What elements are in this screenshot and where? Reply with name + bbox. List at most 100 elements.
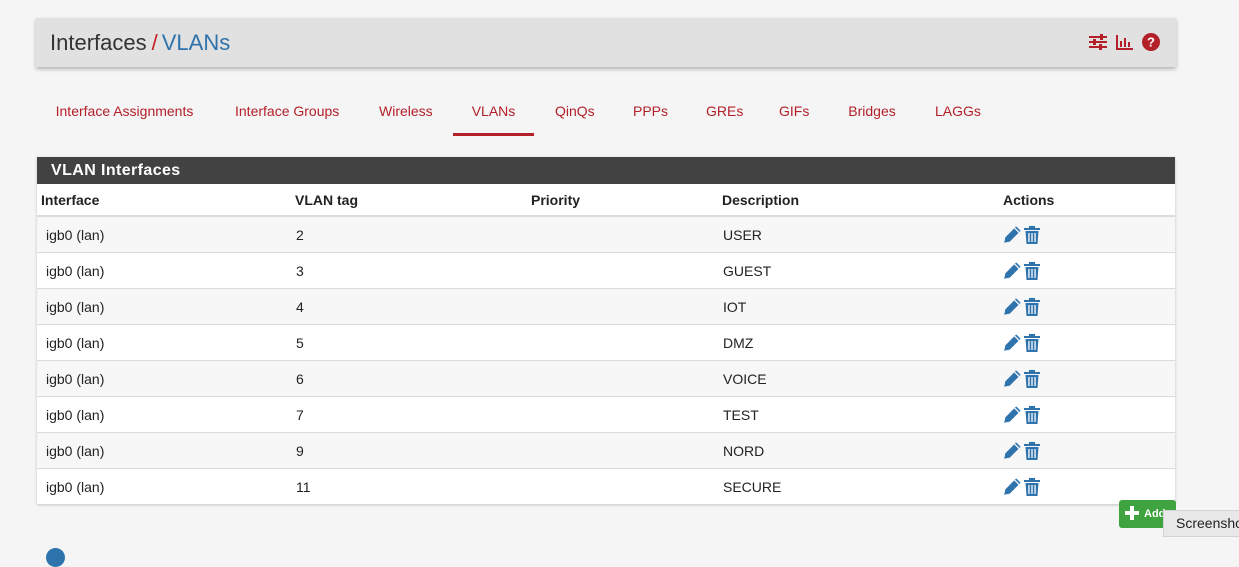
cell-actions [999,396,1175,433]
cell-priority [527,252,718,289]
cell-vlan-tag: 6 [291,360,527,397]
help-icon[interactable]: ? [1142,33,1160,51]
tab-label: QinQs [555,103,595,119]
tab-label: Bridges [848,103,896,119]
svg-text:?: ? [1147,35,1155,50]
cell-interface: igb0 (lan) [37,288,291,325]
tab-wireless[interactable]: Wireless [379,102,433,136]
tab-label: Interface Assignments [55,103,194,119]
header-icon-group: ? [1089,33,1160,51]
breadcrumb-root[interactable]: Interfaces [50,30,147,55]
cell-actions [999,252,1175,289]
tab-interface-assignments[interactable]: Interface Assignments [54,102,195,136]
tab-label: GREs [706,103,744,119]
column-header-interface: Interface [37,184,291,217]
cell-description: VOICE [718,360,999,397]
edit-pencil-icon[interactable] [1003,297,1022,316]
cell-priority [527,324,718,361]
breadcrumb-current[interactable]: VLANs [162,30,230,55]
delete-trash-icon[interactable] [1024,405,1040,424]
table-row: igb0 (lan) 2 USER [37,215,1175,253]
tab-label: LAGGs [935,103,981,119]
edit-pencil-icon[interactable] [1003,477,1022,496]
cell-description: NORD [718,432,999,469]
cell-description: GUEST [718,252,999,289]
cell-actions [999,215,1175,253]
table-row: igb0 (lan) 7 TEST [37,396,1175,433]
cell-actions [999,468,1175,504]
cell-description: USER [718,215,999,253]
tab-ppps[interactable]: PPPs [633,102,669,136]
table-row: igb0 (lan) 6 VOICE [37,360,1175,397]
delete-trash-icon[interactable] [1024,333,1040,352]
cell-interface: igb0 (lan) [37,360,291,397]
cell-vlan-tag: 5 [291,324,527,361]
edit-pencil-icon[interactable] [1003,405,1022,424]
cell-actions [999,432,1175,469]
plus-icon [1125,505,1139,523]
column-header-description: Description [718,184,999,217]
tab-label: GIFs [779,103,810,119]
column-header-priority: Priority [527,184,718,217]
vlan-interfaces-panel: VLAN Interfaces Interface VLAN tag Prior… [37,157,1175,504]
panel-title: VLAN Interfaces [37,157,1175,184]
screenshot-tooltip: Screenshot [1163,510,1239,537]
cell-interface: igb0 (lan) [37,324,291,361]
cell-priority [527,396,718,433]
tab-laggs[interactable]: LAGGs [935,102,981,136]
cell-priority [527,360,718,397]
delete-trash-icon[interactable] [1024,297,1040,316]
delete-trash-icon[interactable] [1024,261,1040,280]
cell-interface: igb0 (lan) [37,396,291,433]
column-header-vlan-tag: VLAN tag [291,184,527,217]
tab-label: VLANs [471,103,516,119]
tab-bridges[interactable]: Bridges [848,102,896,136]
cell-vlan-tag: 11 [291,468,527,504]
cell-vlan-tag: 4 [291,288,527,325]
cell-description: TEST [718,396,999,433]
breadcrumb-bar: Interfaces / VLANs ? [36,18,1176,67]
table-row: igb0 (lan) 5 DMZ [37,324,1175,361]
delete-trash-icon[interactable] [1024,477,1040,496]
cell-vlan-tag: 3 [291,252,527,289]
cell-interface: igb0 (lan) [37,215,291,253]
tab-gifs[interactable]: GIFs [779,102,809,136]
breadcrumb: Interfaces / VLANs [50,30,230,56]
tab-interface-groups[interactable]: Interface Groups [235,102,339,136]
cell-description: IOT [718,288,999,325]
cell-priority [527,468,718,504]
column-header-actions: Actions [999,184,1175,217]
tab-label: PPPs [633,103,669,119]
cell-interface: igb0 (lan) [37,252,291,289]
cell-actions [999,360,1175,397]
bar-chart-icon[interactable] [1116,34,1133,50]
tab-label: Wireless [379,103,433,119]
cell-vlan-tag: 9 [291,432,527,469]
cell-interface: igb0 (lan) [37,432,291,469]
vlan-table: Interface VLAN tag Priority Description … [37,184,1175,504]
cell-vlan-tag: 7 [291,396,527,433]
cell-priority [527,215,718,253]
table-row: igb0 (lan) 3 GUEST [37,252,1175,289]
cell-actions [999,324,1175,361]
tab-gres[interactable]: GREs [706,102,744,136]
tab-qinqs[interactable]: QinQs [555,102,595,136]
delete-trash-icon[interactable] [1024,369,1040,388]
delete-trash-icon[interactable] [1024,441,1040,460]
edit-pencil-icon[interactable] [1003,225,1022,244]
breadcrumb-separator: / [151,30,158,55]
info-icon[interactable] [46,548,65,567]
edit-pencil-icon[interactable] [1003,261,1022,280]
edit-pencil-icon[interactable] [1003,441,1022,460]
table-row: igb0 (lan) 11 SECURE [37,468,1175,504]
cell-priority [527,288,718,325]
delete-trash-icon[interactable] [1024,225,1040,244]
tab-vlans[interactable]: VLANs [453,102,534,136]
edit-pencil-icon[interactable] [1003,369,1022,388]
edit-pencil-icon[interactable] [1003,333,1022,352]
cell-priority [527,432,718,469]
cell-description: DMZ [718,324,999,361]
table-row: igb0 (lan) 4 IOT [37,288,1175,325]
cell-vlan-tag: 2 [291,215,527,253]
sliders-icon[interactable] [1089,34,1107,50]
